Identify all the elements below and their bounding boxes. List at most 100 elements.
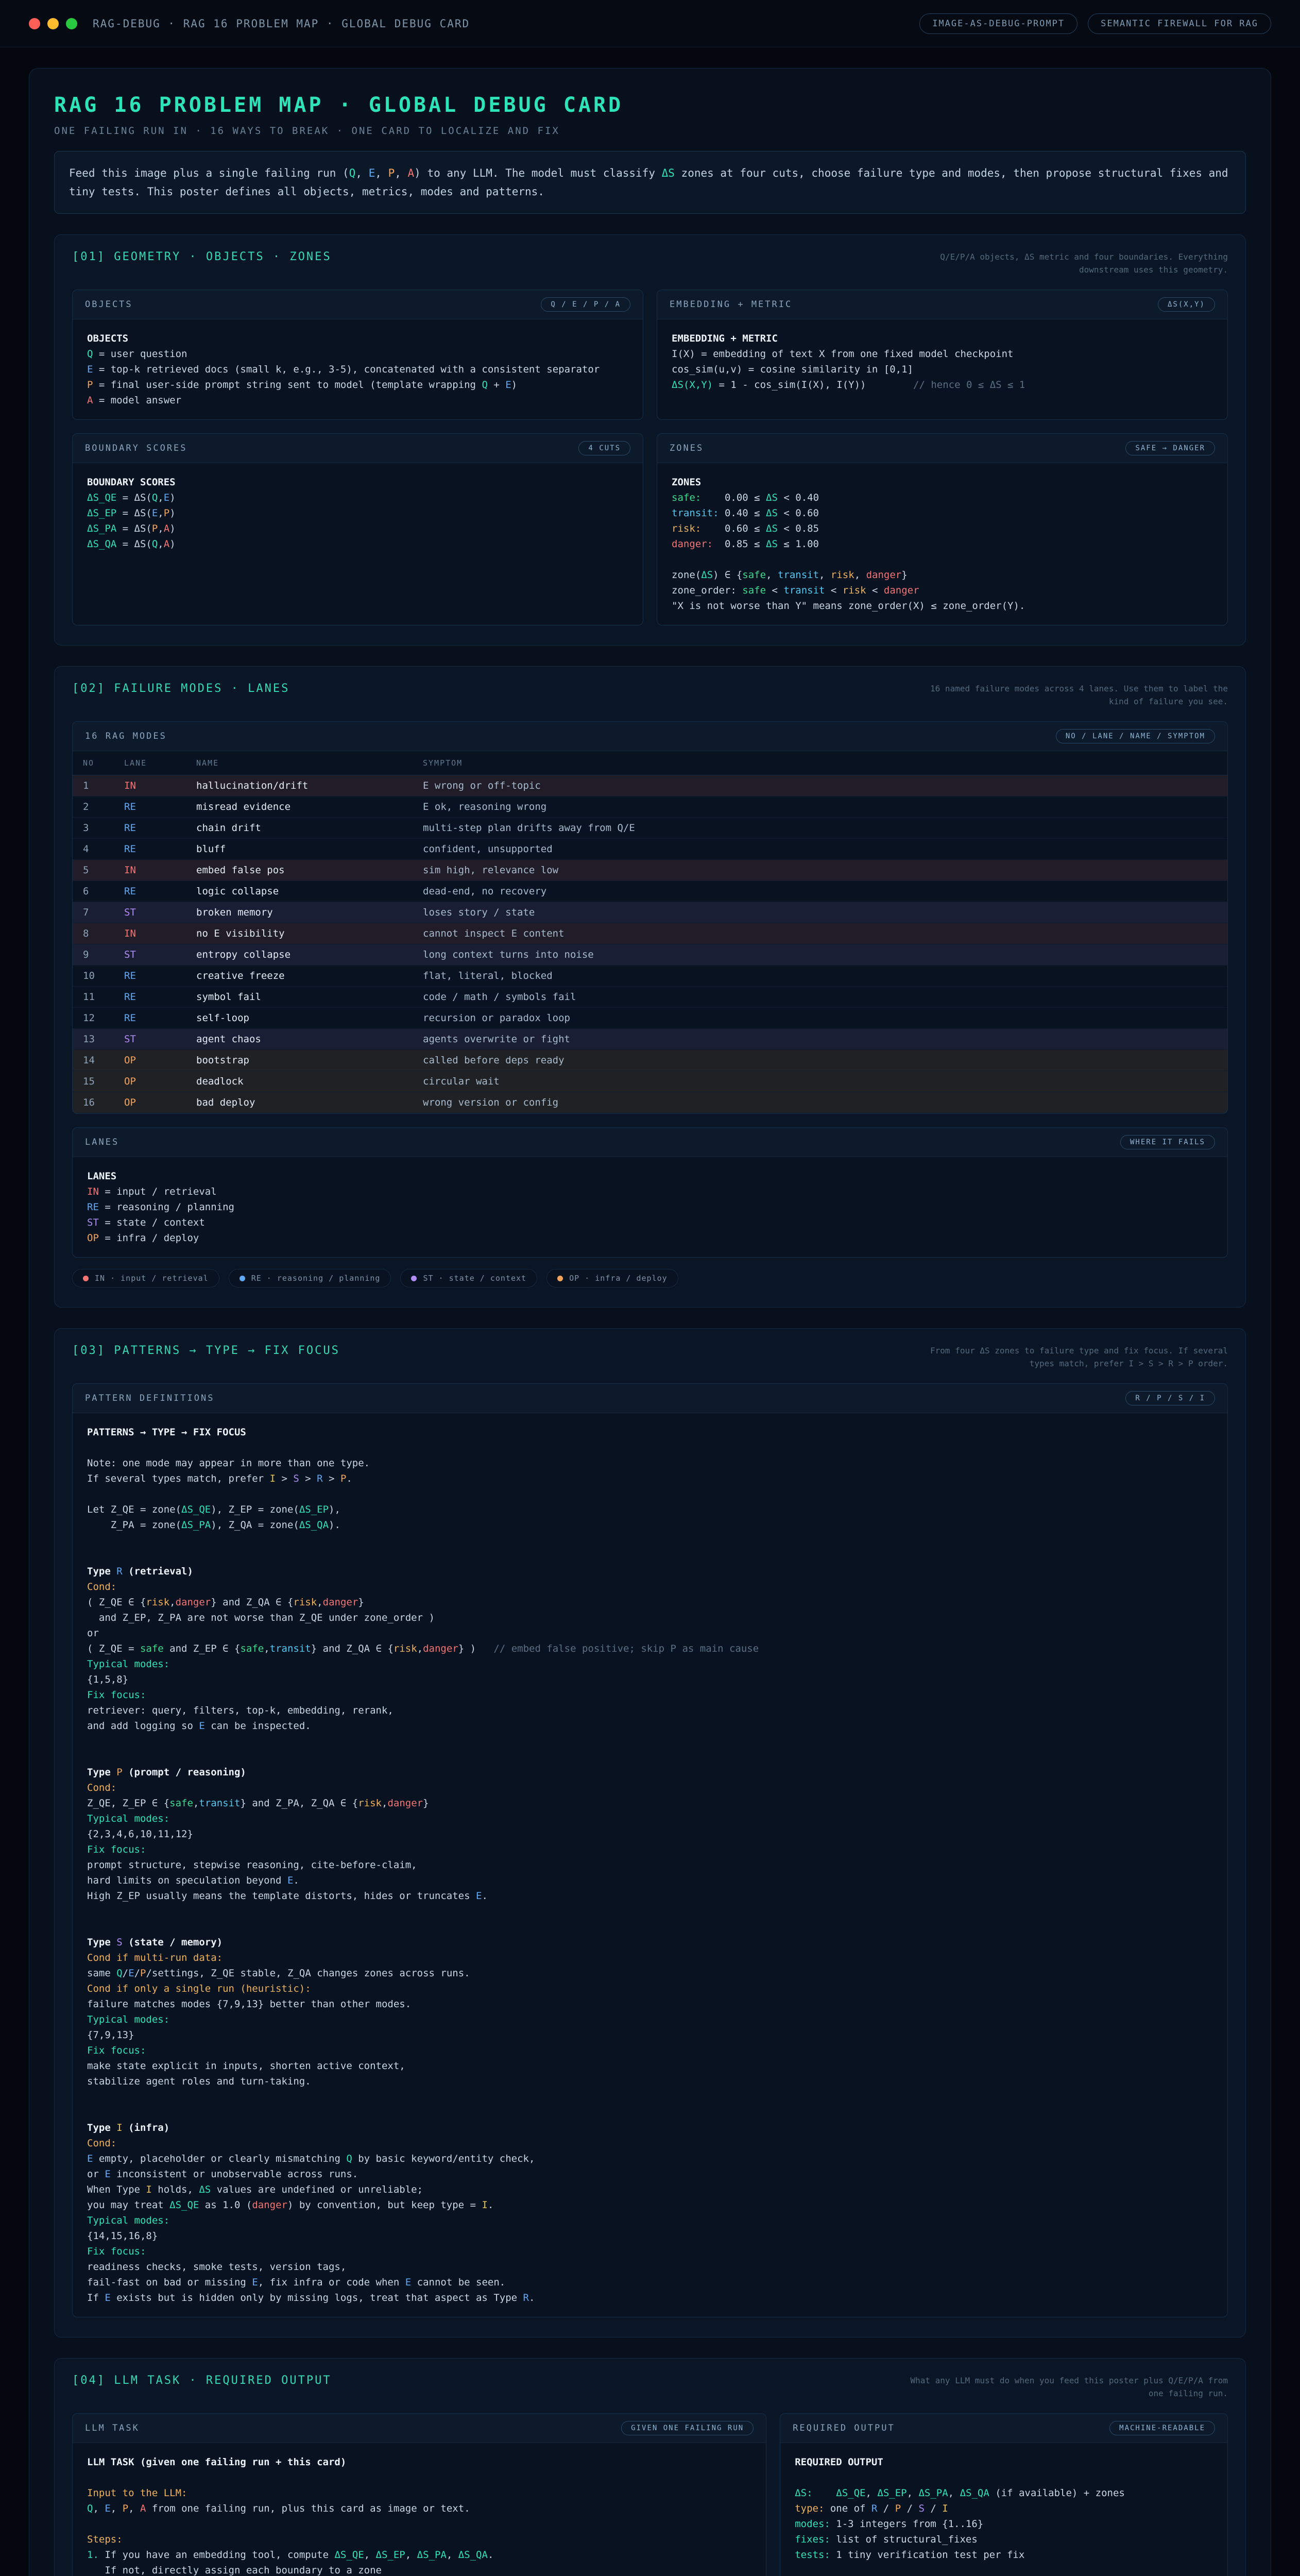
mode-lane: ST [114, 902, 186, 923]
mode-symptom: called before deps ready [413, 1050, 1227, 1071]
mode-symptom: wrong version or config [413, 1092, 1227, 1113]
mode-name: self-loop [186, 1008, 413, 1029]
mode-name: no E visibility [186, 923, 413, 944]
section-failure-modes: [02] FAILURE MODES · LANES 16 named fail… [54, 666, 1246, 1308]
code-line: OP = infra / deploy [87, 1230, 1213, 1246]
mode-no: 16 [73, 1092, 114, 1113]
mode-no: 6 [73, 881, 114, 902]
mode-name: bad deploy [186, 1092, 413, 1113]
mode-name: logic collapse [186, 881, 413, 902]
embedding-metric-panel: EMBEDDING + METRIC ΔS(X,Y) EMBEDDING + M… [657, 290, 1228, 420]
code-line: you may treat ΔS_QE as 1.0 (danger) by c… [87, 2197, 1213, 2213]
mode-lane: IN [114, 775, 186, 796]
code-line: fail-fast on bad or missing E, fix infra… [87, 2275, 1213, 2290]
maximize-button[interactable] [66, 18, 77, 29]
modes-panel-badge: NO / LANE / NAME / SYMPTOM [1056, 729, 1215, 743]
mode-symptom: multi-step plan drifts away from Q/E [413, 818, 1227, 839]
code-line [87, 2105, 1213, 2120]
modes-table-header: SYMPTOM [413, 751, 1227, 775]
code-line: and add logging so E can be inspected. [87, 1718, 1213, 1734]
code-line: make state explicit in inputs, shorten a… [87, 2058, 1213, 2074]
code-line: ΔS(X,Y) = 1 - cos_sim(I(X), I(Y)) // hen… [672, 377, 1213, 393]
mode-row: 10REcreative freezeflat, literal, blocke… [73, 965, 1227, 987]
code-line: prompt structure, stepwise reasoning, ci… [87, 1857, 1213, 1873]
mode-row: 15OPdeadlockcircular wait [73, 1071, 1227, 1092]
code-line: Q, E, P, A from one failing run, plus th… [87, 2501, 751, 2516]
modes-table-header: NAME [186, 751, 413, 775]
section-02-label: [02] FAILURE MODES · LANES [72, 682, 289, 695]
legend-item: RE · reasoning / planning [229, 1269, 391, 1287]
mode-no: 8 [73, 923, 114, 944]
mode-symptom: code / math / symbols fail [413, 987, 1227, 1008]
code-line: ΔS: ΔS_QE, ΔS_EP, ΔS_PA, ΔS_QA (if avail… [795, 2485, 1213, 2501]
code-line [87, 1440, 1213, 1455]
titlebar-badges: IMAGE-AS-DEBUG-PROMPTSEMANTIC FIREWALL F… [919, 13, 1271, 34]
code-line: danger: 0.85 ≤ ΔS ≤ 1.00 [672, 536, 1213, 552]
close-button[interactable] [29, 18, 40, 29]
code-line: retriever: query, filters, top-k, embedd… [87, 1703, 1213, 1718]
mode-lane: IN [114, 923, 186, 944]
mode-lane: RE [114, 1008, 186, 1029]
section-geometry: [01] GEOMETRY · OBJECTS · ZONES Q/E/P/A … [54, 234, 1246, 646]
mode-lane: ST [114, 1029, 186, 1050]
code-line: {7,9,13} [87, 2027, 1213, 2043]
mode-row: 5INembed false possim high, relevance lo… [73, 860, 1227, 881]
mode-symptom: recursion or paradox loop [413, 1008, 1227, 1029]
code-line [87, 2516, 751, 2532]
patterns-panel-title: PATTERN DEFINITIONS [85, 1393, 214, 1403]
boundary-panel-badge: 4 CUTS [578, 441, 630, 455]
mode-symptom: loses story / state [413, 902, 1227, 923]
page-subtitle: ONE FAILING RUN IN · 16 WAYS TO BREAK · … [54, 125, 1246, 137]
code-line: zone_order: safe < transit < risk < dang… [672, 583, 1213, 598]
code-line: Z_QE, Z_EP ∈ {safe,transit} and Z_PA, Z_… [87, 1795, 1213, 1811]
mode-no: 5 [73, 860, 114, 881]
code-line: Cond: [87, 1780, 1213, 1795]
modes-table-panel: 16 RAG MODES NO / LANE / NAME / SYMPTOM … [72, 721, 1228, 1114]
mode-name: entropy collapse [186, 944, 413, 965]
lanes-panel: LANES WHERE IT FAILS LANESIN = input / r… [72, 1127, 1228, 1258]
mode-no: 14 [73, 1050, 114, 1071]
boundary-content: BOUNDARY SCORESΔS_QE = ΔS(Q,E)ΔS_EP = ΔS… [73, 463, 643, 563]
code-line: risk: 0.60 ≤ ΔS < 0.85 [672, 521, 1213, 536]
required-output-panel-badge: MACHINE-READABLE [1109, 2421, 1215, 2435]
code-line: {2,3,4,6,10,11,12} [87, 1826, 1213, 1842]
code-line: If not, directly assign each boundary to… [87, 2563, 751, 2576]
code-line: {1,5,8} [87, 1672, 1213, 1687]
code-line: ST = state / context [87, 1215, 1213, 1230]
mode-row: 7STbroken memoryloses story / state [73, 902, 1227, 923]
code-line: When Type I holds, ΔS values are undefin… [87, 2182, 1213, 2197]
lanes-panel-badge: WHERE IT FAILS [1120, 1135, 1215, 1149]
mode-no: 7 [73, 902, 114, 923]
mode-row: 13STagent chaosagents overwrite or fight [73, 1029, 1227, 1050]
code-line: ( Z_QE = safe and Z_EP ∈ {safe,transit} … [87, 1641, 1213, 1656]
required-output-content: REQUIRED OUTPUT ΔS: ΔS_QE, ΔS_EP, ΔS_PA,… [780, 2443, 1227, 2574]
code-line: LLM TASK (given one failing run + this c… [87, 2454, 751, 2470]
code-line: I(X) = embedding of text X from one fixe… [672, 346, 1213, 362]
code-line: LANES [87, 1168, 1213, 1184]
mode-name: symbol fail [186, 987, 413, 1008]
llm-task-content: LLM TASK (given one failing run + this c… [73, 2443, 766, 2576]
mode-symptom: confident, unsupported [413, 839, 1227, 860]
code-line: ΔS_QE = ΔS(Q,E) [87, 490, 628, 505]
code-line: ( Z_QE ∈ {risk,danger} and Z_QA ∈ {risk,… [87, 1595, 1213, 1610]
code-line: High Z_EP usually means the template dis… [87, 1888, 1213, 1904]
mode-symptom: flat, literal, blocked [413, 965, 1227, 987]
code-line: 1. If you have an embedding tool, comput… [87, 2547, 751, 2563]
embedding-content: EMBEDDING + METRICI(X) = embedding of te… [657, 319, 1227, 404]
code-line: Typical modes: [87, 2012, 1213, 2027]
code-line: Steps: [87, 2532, 751, 2547]
mode-row: 9STentropy collapselong context turns in… [73, 944, 1227, 965]
code-line: Fix focus: [87, 1687, 1213, 1703]
code-line: zone(ΔS) ∈ {safe, transit, risk, danger} [672, 567, 1213, 583]
code-line [87, 1548, 1213, 1564]
code-line: and Z_EP, Z_PA are not worse than Z_QE u… [87, 1610, 1213, 1625]
mode-lane: RE [114, 796, 186, 818]
mode-lane: RE [114, 881, 186, 902]
objects-content: OBJECTSQ = user questionE = top-k retrie… [73, 319, 643, 419]
legend-label: RE · reasoning / planning [251, 1274, 381, 1283]
mode-lane: IN [114, 860, 186, 881]
code-line: Fix focus: [87, 2244, 1213, 2259]
mode-no: 15 [73, 1071, 114, 1092]
minimize-button[interactable] [47, 18, 59, 29]
mode-row: 11REsymbol failcode / math / symbols fai… [73, 987, 1227, 1008]
